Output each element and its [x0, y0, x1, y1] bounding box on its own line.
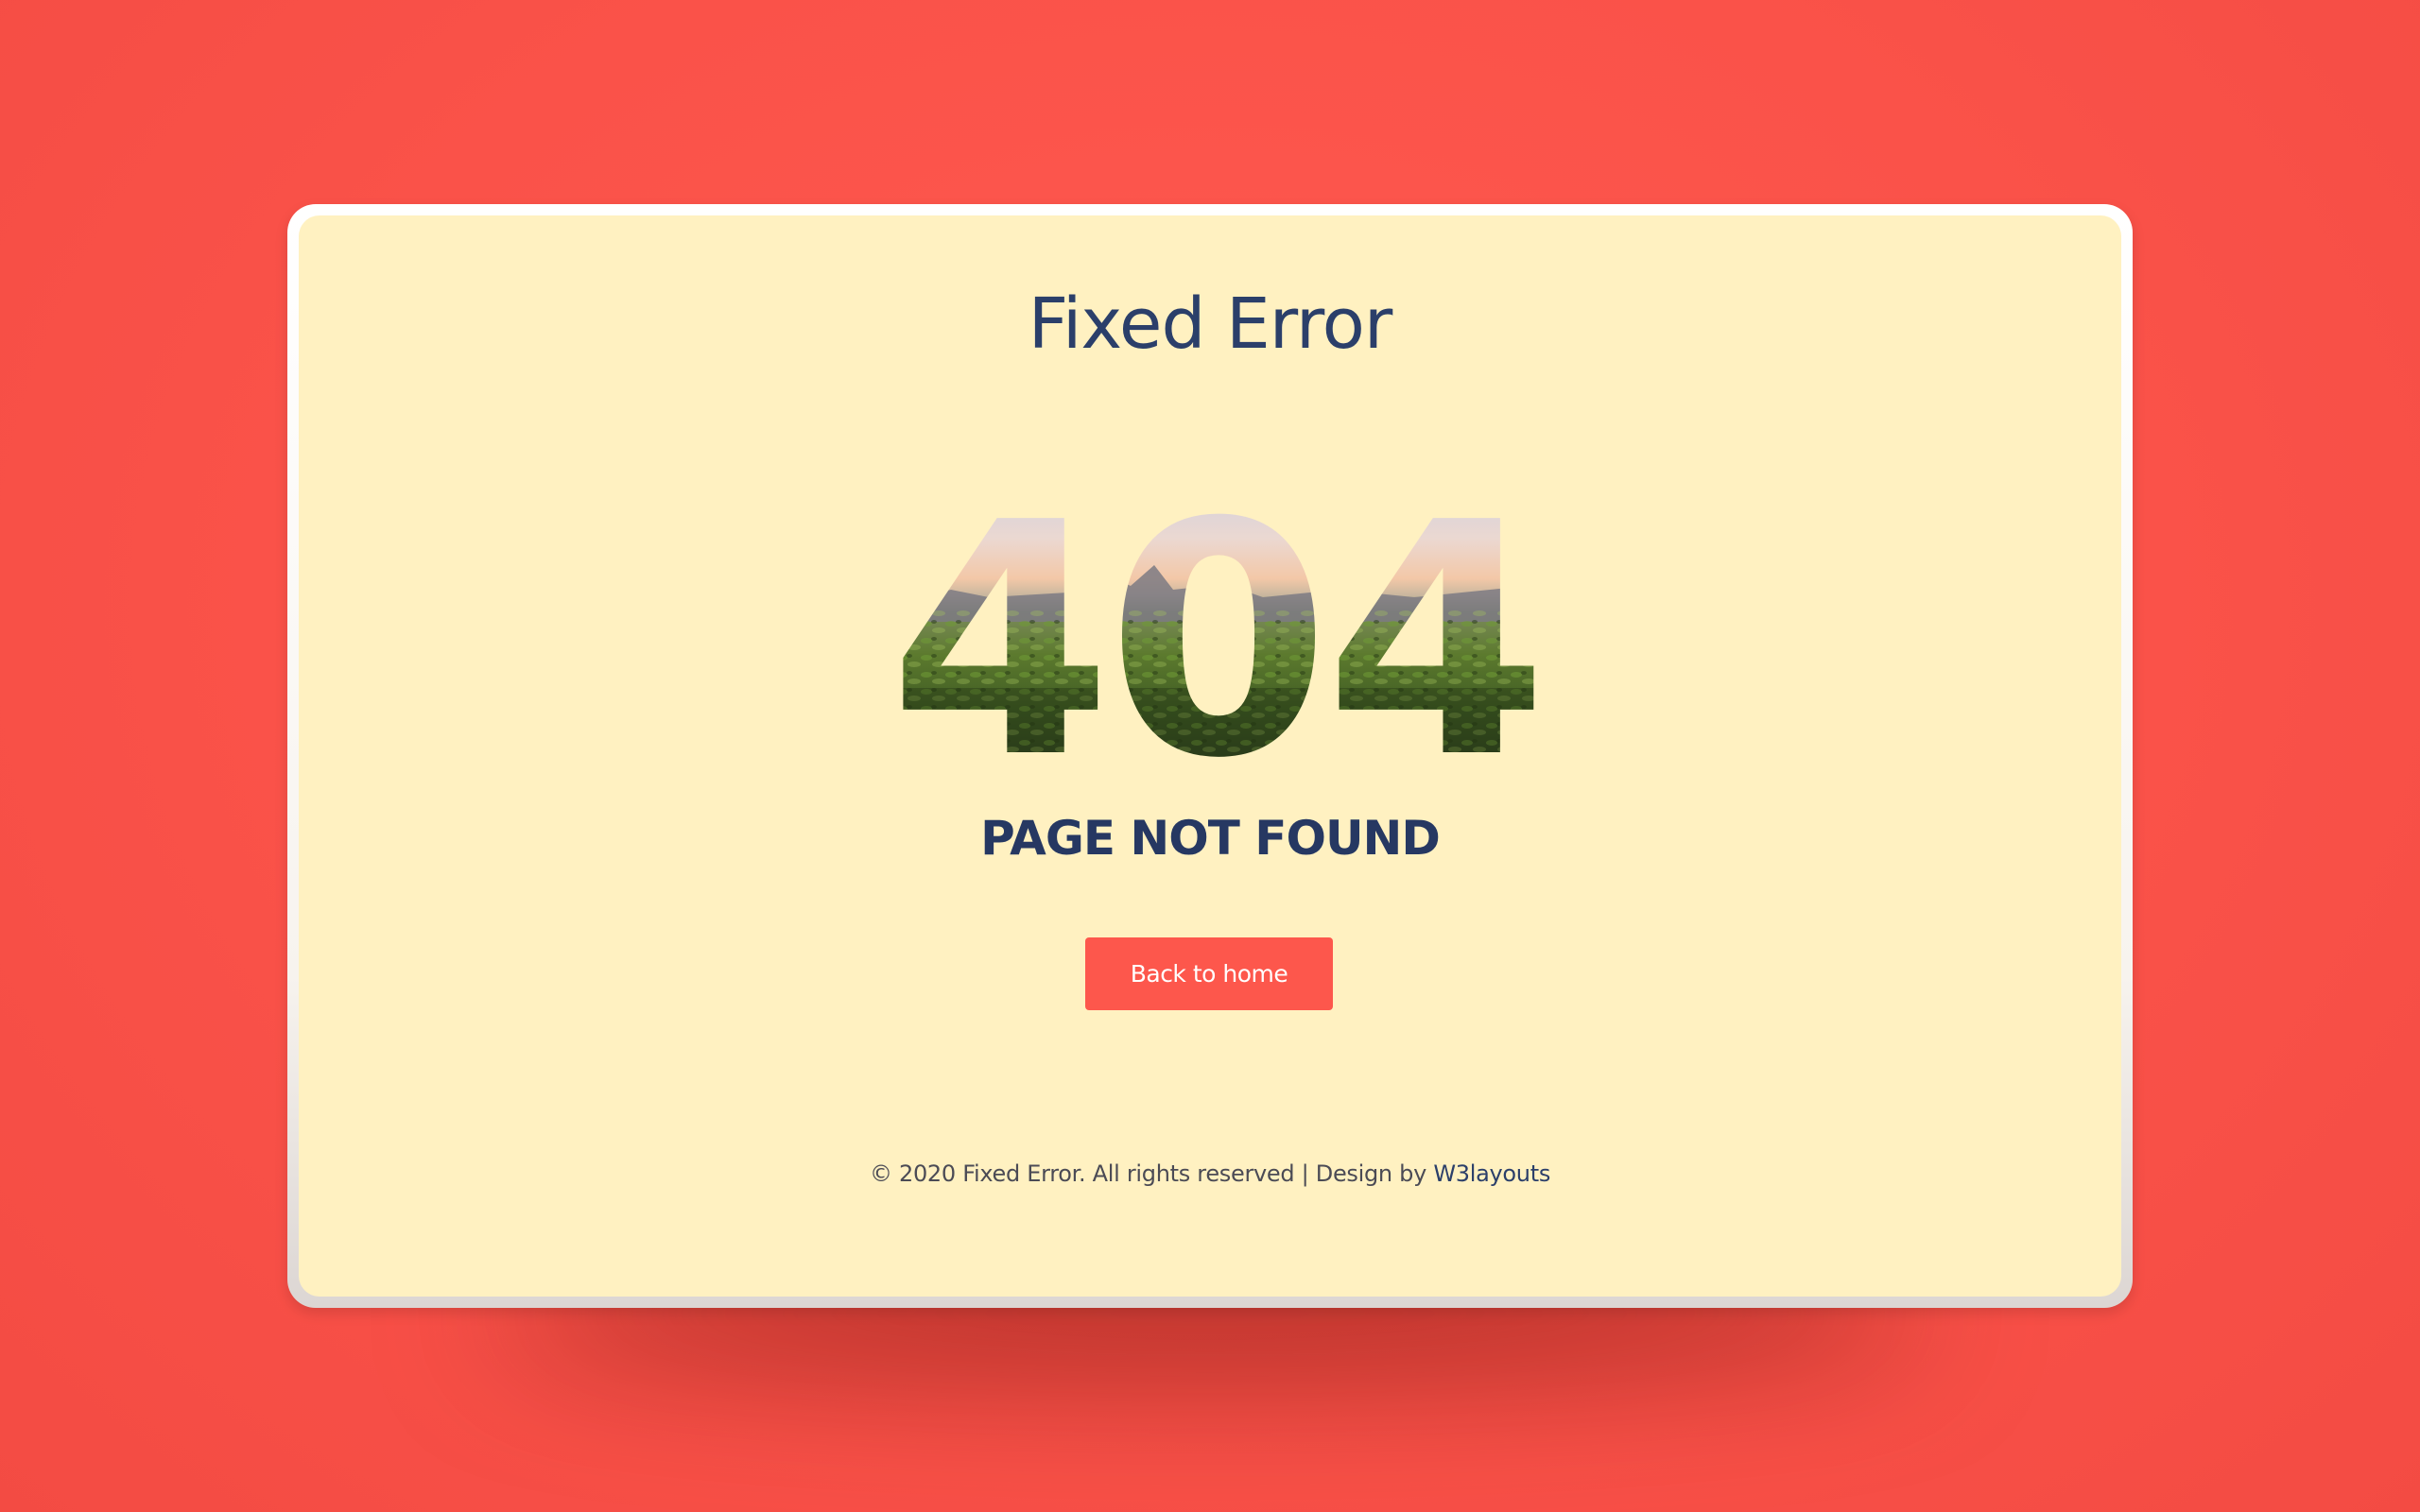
error-code-image: 404	[889, 499, 1543, 782]
copyright-text: © 2020 Fixed Error. All rights reserved …	[869, 1160, 1434, 1187]
error-message: PAGE NOT FOUND	[980, 811, 1441, 866]
site-title: Fixed Error	[1028, 284, 1393, 365]
error-card: Fixed Error PAGE NOT FOUND Back to home …	[287, 204, 2133, 1308]
back-to-home-button[interactable]: Back to home	[1085, 937, 1333, 1010]
error-card-body: Fixed Error PAGE NOT FOUND Back to home …	[299, 215, 2121, 1297]
designer-link[interactable]: W3layouts	[1433, 1160, 1550, 1187]
footer: © 2020 Fixed Error. All rights reserved …	[299, 1160, 2121, 1187]
